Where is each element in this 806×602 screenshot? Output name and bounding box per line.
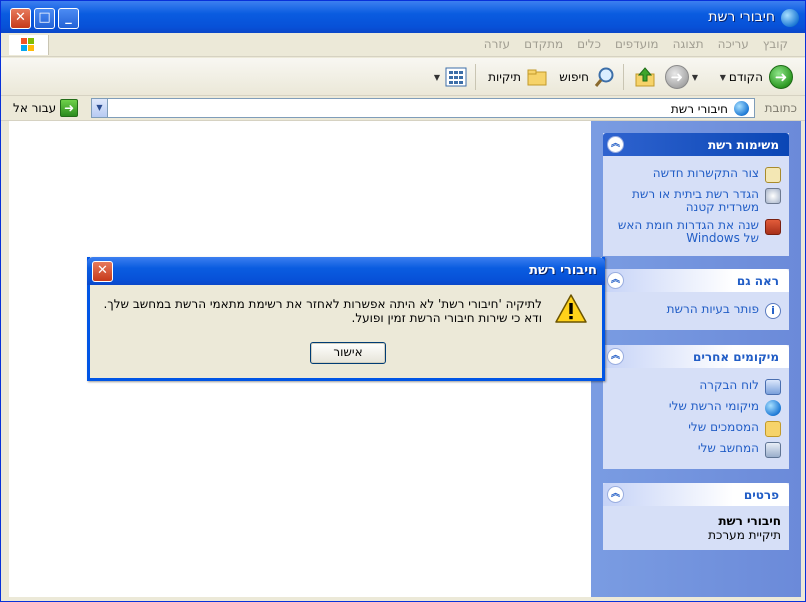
task-label: לוח הבקרה (699, 378, 759, 392)
firewall-icon (765, 219, 781, 235)
up-folder-button[interactable] (633, 64, 657, 90)
views-button[interactable]: ▼ (431, 64, 469, 90)
forward-button[interactable]: ▼ ➜ (664, 64, 701, 90)
folders-icon (527, 69, 547, 86)
search-icon (594, 67, 614, 87)
panel-header[interactable]: מיקומים אחרים ︽ (603, 345, 789, 368)
menu-advanced[interactable]: מתקדם (517, 37, 570, 51)
computer-icon (765, 442, 781, 458)
menu-edit[interactable]: עריכה (711, 37, 756, 51)
menu-favorites[interactable]: מועדפים (608, 37, 666, 51)
dialog-message-line: ודא כי שירות חיבורי הרשת זמין ופועל. (351, 311, 543, 325)
menu-help[interactable]: עזרה (477, 37, 517, 51)
task-firewall[interactable]: שנה את הגדרות חומת האש של Windows (611, 219, 781, 245)
dialog-title: חיבורי רשת (529, 263, 597, 278)
see-also-panel: ראה גם ︽ i פותר בעיות הרשת (603, 269, 789, 330)
dialog-close-button[interactable]: ✕ (92, 261, 113, 282)
dialog-message-line: לתיקיה 'חיבורי רשת' לא היתה אפשרות לאחזר… (103, 297, 542, 311)
dialog-title-bar[interactable]: ✕ חיבורי רשת (87, 257, 605, 285)
back-button[interactable]: ➜ הקודם ▼ (717, 64, 793, 90)
info-icon: i (765, 303, 781, 319)
place-my-computer[interactable]: המחשב שלי (611, 442, 781, 458)
collapse-icon[interactable]: ︽ (607, 136, 624, 153)
panel-header[interactable]: פרטים ︽ (603, 483, 789, 506)
chevron-down-icon[interactable]: ▼ (692, 73, 698, 82)
collapse-icon[interactable]: ︽ (607, 272, 624, 289)
dialog-message: לתיקיה 'חיבורי רשת' לא היתה אפשרות לאחזר… (102, 297, 542, 325)
go-button[interactable]: ➜ עבור אל (13, 99, 79, 117)
window-title: חיבורי רשת (708, 9, 775, 25)
back-arrow-icon: ➜ (769, 65, 793, 89)
task-label: מיקומי הרשת שלי (668, 399, 759, 413)
collapse-icon[interactable]: ︽ (607, 348, 624, 365)
up-folder-icon (635, 67, 655, 87)
error-dialog: ✕ חיבורי רשת לתיקיה 'חיבורי רשת' לא היתה… (87, 257, 605, 381)
address-input[interactable]: ▼ חיבורי רשת (91, 98, 755, 118)
task-label: המחשב שלי (697, 441, 759, 455)
place-network-places[interactable]: מיקומי הרשת שלי (611, 400, 781, 416)
network-connections-icon (781, 9, 799, 27)
chevron-down-icon[interactable]: ▼ (92, 99, 108, 117)
folders-label: תיקיות (488, 70, 521, 84)
network-places-icon (765, 400, 781, 416)
documents-icon (765, 421, 781, 437)
panel-title: ראה גם (736, 274, 779, 288)
back-label: הקודם (728, 70, 763, 84)
title-bar[interactable]: ✕ □ _ חיבורי רשת (1, 1, 805, 33)
details-name: חיבורי רשת (718, 514, 781, 528)
search-button[interactable]: חיפוש (559, 64, 617, 90)
address-label: כתובת (764, 101, 797, 115)
task-new-connection[interactable]: צור התקשרות חדשה (611, 167, 781, 183)
minimize-button[interactable]: _ (58, 8, 79, 29)
maximize-button[interactable]: □ (34, 8, 55, 29)
control-panel-icon (765, 379, 781, 395)
close-button[interactable]: ✕ (10, 8, 31, 29)
details-type: תיקיית מערכת (708, 528, 781, 542)
task-label: המסמכים שלי (688, 420, 759, 434)
toolbar: ➜ הקודם ▼ ▼ ➜ חיפוש תיקיות ▼ (1, 58, 805, 96)
task-pane: משימות רשת ︽ צור התקשרות חדשה הגדר רשת ב… (591, 121, 801, 597)
address-bar: ➜ עבור אל ▼ חיבורי רשת כתובת (1, 97, 805, 121)
address-value: חיבורי רשת (670, 102, 728, 116)
folders-button[interactable]: תיקיות (488, 64, 549, 90)
task-label: פותר בעיות הרשת (666, 302, 759, 316)
panel-title: פרטים (743, 488, 779, 502)
task-label: הגדר רשת ביתית או רשת משרדית קטנה (631, 187, 759, 214)
ok-button[interactable]: אישור (310, 342, 386, 364)
panel-title: משימות רשת (707, 138, 779, 152)
windows-logo-icon (9, 35, 49, 55)
go-label: עבור אל (13, 101, 57, 115)
forward-arrow-icon: ➜ (664, 65, 689, 89)
other-places-panel: מיקומים אחרים ︽ לוח הבקרה מיקומי הרשת של… (603, 345, 789, 469)
panel-header[interactable]: משימות רשת ︽ (603, 133, 789, 156)
home-network-icon (765, 188, 781, 204)
task-home-network[interactable]: הגדר רשת ביתית או רשת משרדית קטנה (611, 188, 781, 214)
panel-header[interactable]: ראה גם ︽ (603, 269, 789, 292)
warning-icon (555, 294, 587, 323)
collapse-icon[interactable]: ︽ (607, 486, 624, 503)
task-label: שנה את הגדרות חומת האש של Windows (617, 218, 759, 245)
menu-bar: קובץ עריכה תצוגה מועדפים כלים מתקדם עזרה (1, 33, 805, 57)
task-network-troubleshooter[interactable]: i פותר בעיות הרשת (611, 303, 781, 319)
new-connection-icon (765, 167, 781, 183)
views-icon (445, 67, 467, 87)
task-label: צור התקשרות חדשה (652, 166, 759, 180)
chevron-down-icon[interactable]: ▼ (720, 73, 726, 82)
chevron-down-icon[interactable]: ▼ (434, 73, 440, 82)
network-tasks-panel: משימות רשת ︽ צור התקשרות חדשה הגדר רשת ב… (603, 133, 789, 256)
place-control-panel[interactable]: לוח הבקרה (611, 379, 781, 395)
search-label: חיפוש (559, 70, 589, 84)
menu-file[interactable]: קובץ (756, 37, 795, 51)
place-my-documents[interactable]: המסמכים שלי (611, 421, 781, 437)
menu-tools[interactable]: כלים (570, 37, 608, 51)
menu-view[interactable]: תצוגה (666, 37, 711, 51)
explorer-window: ✕ □ _ חיבורי רשת קובץ עריכה תצוגה מועדפי… (0, 0, 806, 602)
details-panel: פרטים ︽ חיבורי רשת תיקיית מערכת (603, 483, 789, 550)
panel-title: מיקומים אחרים (692, 350, 779, 364)
network-connections-icon (734, 101, 749, 116)
go-arrow-icon: ➜ (60, 99, 79, 117)
